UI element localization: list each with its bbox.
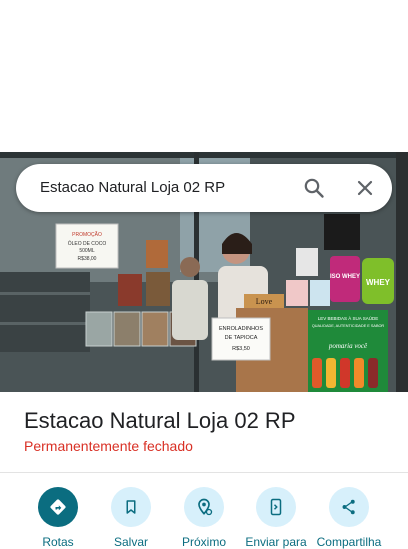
ad-tag: pomaria você [328, 342, 368, 350]
promo-sign-line-4: R$38,00 [78, 256, 97, 262]
place-title: Estacao Natural Loja 02 RP [24, 408, 296, 433]
enroladinhos-line-3: R$3,50 [232, 346, 250, 352]
share-label: Compartilha [316, 535, 382, 549]
close-icon[interactable] [353, 176, 377, 200]
place-status: Permanentemente fechado [24, 438, 193, 454]
share-button[interactable]: Compartilha [309, 487, 389, 549]
ad-line-2: QUALIDADE, AUTENTICIDADE E SABOR [312, 324, 385, 328]
whey-label: WHEY [366, 278, 391, 287]
map-top-area [0, 0, 408, 152]
directions-icon [38, 487, 78, 527]
send-to-phone-icon [256, 487, 296, 527]
share-icon [329, 487, 369, 527]
promo-sign-line-3: 500ML [79, 248, 95, 254]
love-sign: Love [256, 297, 273, 306]
promo-sign-line-2: ÓLEO DE COCO [68, 240, 107, 247]
search-icon[interactable] [302, 176, 326, 200]
iso-whey-label: ISO WHEY [330, 274, 360, 280]
ad-line-1: LEV BEBIDAS À SUA SAÚDE [318, 315, 379, 321]
search-bar[interactable]: Estacao Natural Loja 02 RP [16, 164, 392, 212]
promo-sign-line-1: PROMOÇÃO [72, 231, 102, 238]
search-input[interactable]: Estacao Natural Loja 02 RP [40, 164, 225, 212]
enroladinhos-line-1: ENROLADINHOS [219, 326, 263, 332]
enroladinhos-line-2: DE TAPIOCA [225, 335, 258, 341]
bookmark-icon [111, 487, 151, 527]
divider [0, 472, 408, 473]
nearby-icon [184, 487, 224, 527]
